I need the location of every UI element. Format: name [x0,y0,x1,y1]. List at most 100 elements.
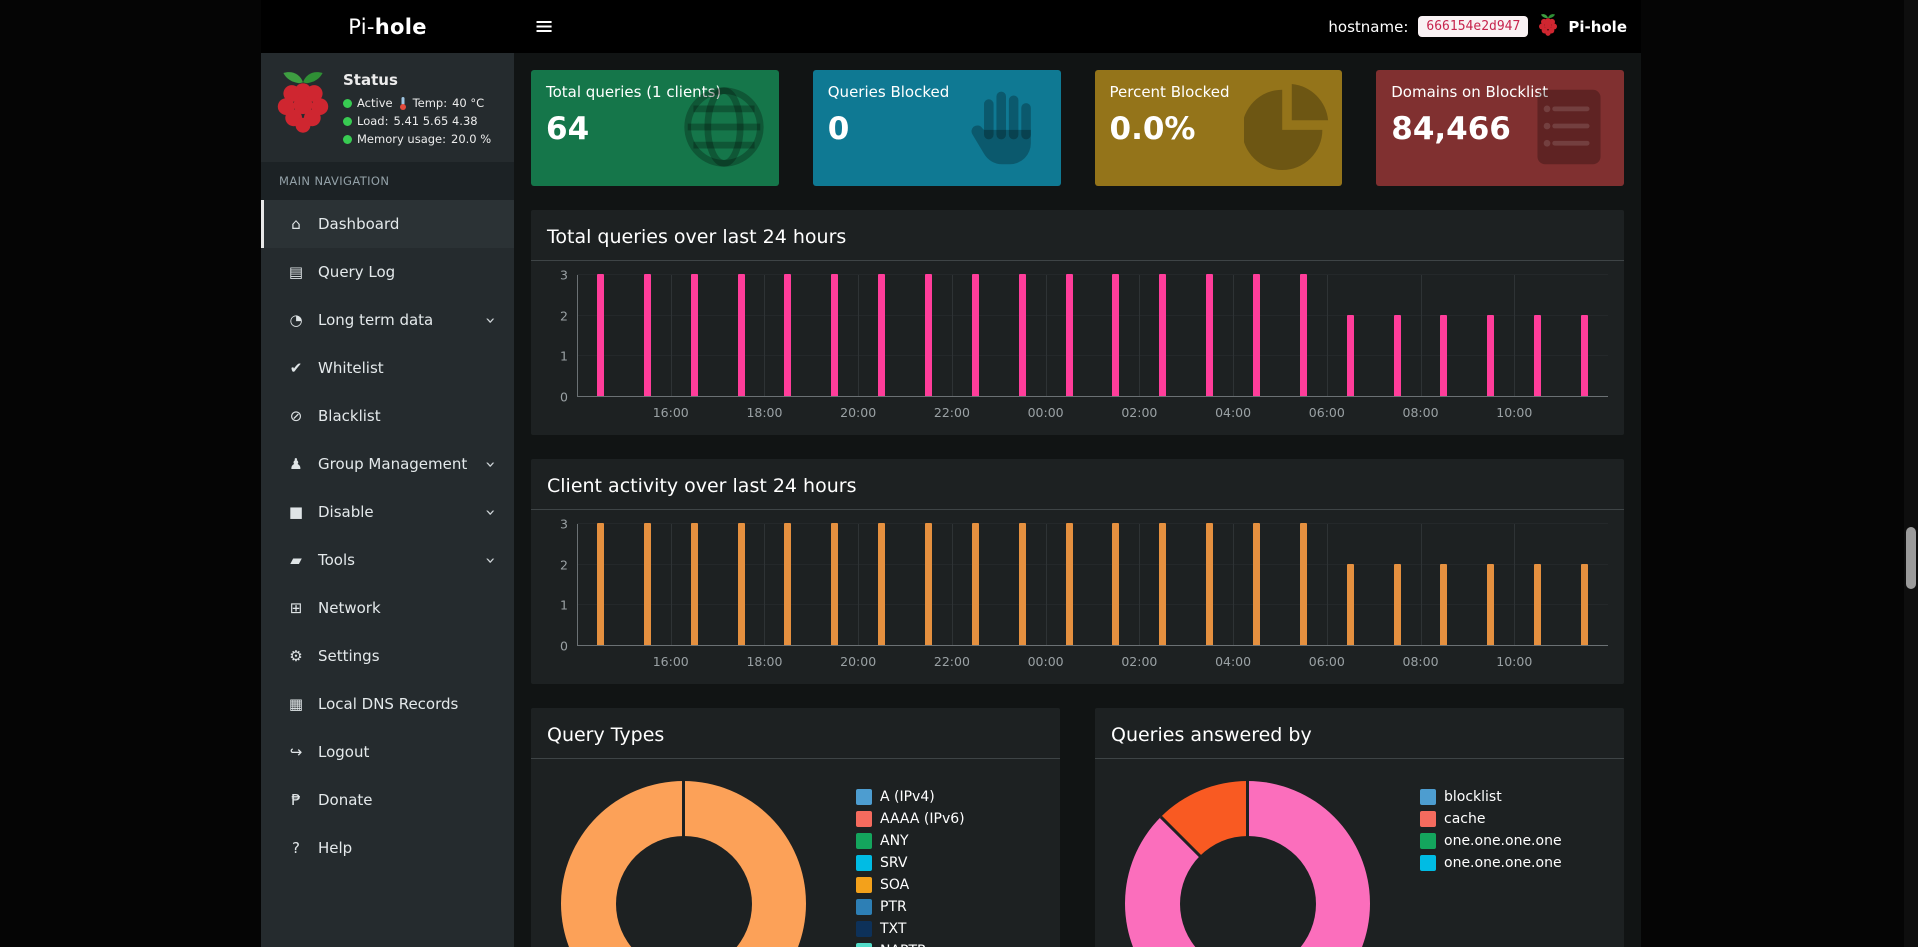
status-load-row: Load: 5.41 5.65 4.38 [343,114,491,128]
address-book-icon: ▦ [283,695,309,713]
folder-icon: ▰ [283,551,309,569]
bar [1394,564,1401,645]
bar [878,274,885,396]
sidebar-item-query-log[interactable]: ▤Query Log [261,248,514,296]
sidebar-item-whitelist[interactable]: ✔ Whitelist [261,344,514,392]
stat-card-total-queries-1-clients: Total queries (1 clients)64 [531,70,779,186]
query-types-doughnut[interactable] [561,781,806,947]
sidebar-item-label: Whitelist [318,359,498,377]
sidebar-item-dashboard[interactable]: ⌂Dashboard [261,200,514,248]
sidebar-item-label: Donate [318,791,498,809]
sidebar-item-settings[interactable]: ⚙Settings [261,632,514,680]
sidebar-item-donate[interactable]: ₱ Donate [261,776,514,824]
legend-item-ptr[interactable]: PTR [856,899,965,915]
legend-item-one-one-one-one[interactable]: one.one.one.one [1420,855,1562,871]
legend-item-a-ipv4[interactable]: A (IPv4) [856,789,965,805]
plot-area[interactable] [577,275,1608,397]
x-tick-label: 06:00 [1309,405,1345,420]
client-activity-chart[interactable]: 012316:0018:0020:0022:0000:0002:0004:000… [547,524,1608,674]
main-navigation-header: MAIN NAVIGATION [261,162,514,200]
status-block: Status Active Temp: 40 °C Lo [261,53,514,162]
logo-text-prefix: Pi- [348,15,375,39]
navbar-right: hostname: 666154e2d947 [1328,13,1627,40]
memory-label: Memory usage: [357,132,446,146]
pihole-logo-raspberry-icon [275,69,331,150]
bar [1300,523,1307,645]
panel-total-queries: Total queries over last 24 hours 012316:… [531,210,1624,435]
bar [1487,315,1494,396]
x-tick-label: 10:00 [1496,654,1532,669]
window-scrollbar[interactable] [1904,0,1918,947]
status-active-label: Active [357,96,393,110]
bar [691,523,698,645]
queries-answered-by-doughnut[interactable] [1125,781,1370,947]
legend-label: TXT [880,921,906,937]
network-icon: ⊞ [283,599,309,617]
sidebar-item-label: Group Management [318,455,487,473]
sidebar-item-label: Help [318,839,498,857]
sidebar-item-local-dns-records[interactable]: ▦Local DNS Records [261,680,514,728]
y-tick-label: 2 [560,308,568,323]
legend-swatch [856,833,872,849]
legend-item-any[interactable]: ANY [856,833,965,849]
total-queries-chart[interactable]: 012316:0018:0020:0022:0000:0002:0004:000… [547,275,1608,425]
x-tick-label: 18:00 [746,654,782,669]
sidebar-item-group-management[interactable]: ♟Group Management› [261,440,514,488]
sidebar-item-tools[interactable]: ▰Tools› [261,536,514,584]
x-tick-label: 20:00 [840,654,876,669]
thermometer-icon [399,96,407,110]
y-tick-label: 3 [560,268,568,283]
y-tick-label: 1 [560,349,568,364]
sidebar-toggle-button[interactable]: ≡ [514,0,574,53]
legend-label: SOA [880,877,909,893]
panel-title-total-queries: Total queries over last 24 hours [531,224,1624,261]
legend-item-cache[interactable]: cache [1420,811,1562,827]
bar [1159,274,1166,396]
sidebar-item-long-term-data[interactable]: ◔Long term data› [261,296,514,344]
x-tick-label: 22:00 [934,654,970,669]
plot-area[interactable] [577,524,1608,646]
scrollbar-thumb[interactable] [1906,527,1916,589]
paypal-icon: ₱ [283,791,309,809]
bar [738,274,745,396]
stat-card-domains-on-blocklist: Domains on Blocklist84,466 [1376,70,1624,186]
sidebar-item-blacklist[interactable]: ⊘Blacklist [261,392,514,440]
bar [1112,523,1119,645]
x-tick-label: 16:00 [653,405,689,420]
raspberry-icon [1538,13,1558,40]
legend-item-aaaa-ipv6[interactable]: AAAA (IPv6) [856,811,965,827]
sidebar-item-help[interactable]: ?Help [261,824,514,872]
panel-client-activity: Client activity over last 24 hours 01231… [531,459,1624,684]
check-circle-icon: ✔ [283,359,309,377]
temp-value: 40 °C [452,96,484,110]
brand-label: Pi-hole [1568,18,1627,36]
app-logo: Pi-hole [261,0,514,53]
legend-item-naptr[interactable]: NAPTR [856,943,965,947]
legend-item-blocklist[interactable]: blocklist [1420,789,1562,805]
bar [1112,274,1119,396]
bar [738,523,745,645]
top-navbar: Pi-hole ≡ hostname: 666154e2d947 [261,0,1641,53]
legend-item-srv[interactable]: SRV [856,855,965,871]
chevron-down-icon: › [480,460,501,467]
sidebar-item-label: Query Log [318,263,498,281]
bar [972,274,979,396]
x-tick-label: 00:00 [1028,405,1064,420]
panel-title-queries-answered-by: Queries answered by [1095,722,1624,759]
legend-label: PTR [880,899,907,915]
client-activity-over-last-24-hours-plot: 012316:0018:0020:0022:0000:0002:0004:000… [547,524,1608,674]
legend-label: AAAA (IPv6) [880,811,965,827]
x-tick-label: 02:00 [1121,654,1157,669]
sidebar-item-disable[interactable]: ■Disable› [261,488,514,536]
legend-item-txt[interactable]: TXT [856,921,965,937]
pie-chart-icon [1244,84,1330,170]
bar [831,523,838,645]
legend-item-soa[interactable]: SOA [856,877,965,893]
sidebar-item-network[interactable]: ⊞Network [261,584,514,632]
sidebar-item-logout[interactable]: ↪Logout [261,728,514,776]
temp-label: Temp: [413,96,448,110]
legend-item-one-one-one-one[interactable]: one.one.one.one [1420,833,1562,849]
bar [1159,523,1166,645]
list-icon [1526,84,1612,170]
memory-value: 20.0 % [451,132,491,146]
